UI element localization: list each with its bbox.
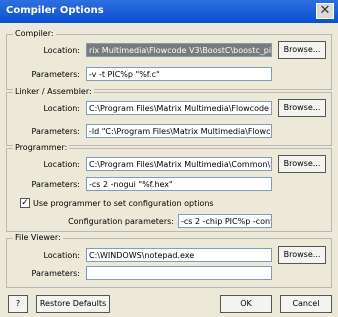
compiler-browse-button[interactable]: Browse... (278, 41, 326, 59)
title-bar: Compiler Options ✕ (0, 0, 338, 23)
compiler-parameters-field[interactable]: -v -t PIC%p "%f.c" (86, 67, 272, 81)
programmer-location-field[interactable]: C:\Program Files\Matrix Multimedia\Commo… (86, 157, 272, 171)
compiler-legend: Compiler: (13, 29, 56, 38)
window-title: Compiler Options (6, 5, 104, 16)
use-programmer-label: Use programmer to set configuration opti… (33, 199, 214, 208)
viewer-browse-button[interactable]: Browse... (278, 246, 326, 264)
linker-location-field[interactable]: C:\Program Files\Matrix Multimedia\Flowc… (86, 101, 272, 115)
ok-button[interactable]: OK (220, 295, 272, 313)
programmer-legend: Programmer: (13, 143, 70, 152)
check-icon: ✓ (21, 198, 29, 208)
viewer-location-label: Location: (43, 251, 80, 260)
close-button[interactable]: ✕ (316, 3, 334, 19)
restore-defaults-button[interactable]: Restore Defaults (36, 295, 110, 313)
viewer-parameters-label: Parameters: (31, 269, 80, 278)
viewer-parameters-field[interactable] (86, 266, 272, 280)
close-icon: ✕ (319, 3, 331, 18)
compiler-parameters-label: Parameters: (31, 70, 80, 79)
programmer-parameters-label: Parameters: (31, 180, 80, 189)
linker-location-label: Location: (43, 104, 80, 113)
linker-parameters-label: Parameters: (31, 127, 80, 136)
compiler-location-label: Location: (43, 46, 80, 55)
viewer-location-field[interactable]: C:\WINDOWS\notepad.exe (86, 248, 272, 262)
linker-legend: Linker / Assembler: (13, 87, 94, 96)
programmer-location-label: Location: (43, 160, 80, 169)
linker-browse-button[interactable]: Browse... (278, 99, 326, 117)
file-viewer-legend: File Viewer: (13, 233, 63, 242)
compiler-location-field[interactable]: rix Multimedia\Flowcode V3\BoostC\boostc… (86, 43, 272, 57)
help-button[interactable]: ? (8, 295, 28, 313)
programmer-browse-button[interactable]: Browse... (278, 155, 326, 173)
use-programmer-checkbox[interactable]: ✓ (20, 198, 30, 208)
configuration-parameters-label: Configuration parameters: (68, 217, 174, 226)
linker-parameters-field[interactable]: -ld "C:\Program Files\Matrix Multimedia\… (86, 124, 272, 138)
cancel-button[interactable]: Cancel (280, 295, 332, 313)
programmer-parameters-field[interactable]: -cs 2 -nogui "%f.hex" (86, 177, 272, 191)
configuration-parameters-field[interactable]: -cs 2 -chip PIC%p -config (178, 214, 272, 228)
